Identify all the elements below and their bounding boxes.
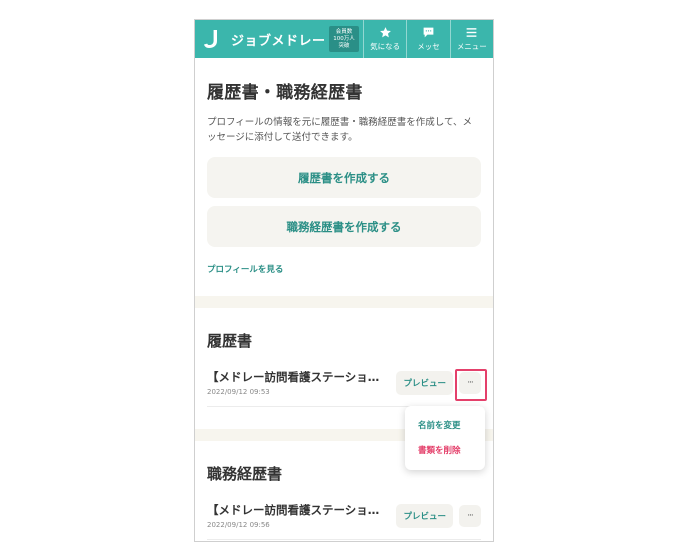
create-resume-button[interactable]: 履歴書を作成する xyxy=(207,157,481,198)
nav-favorites-label: 気になる xyxy=(370,42,401,51)
cv-date: 2022/09/12 09:56 xyxy=(207,521,270,529)
logo-text: ジョブメドレー xyxy=(231,33,326,49)
chat-icon xyxy=(423,27,434,38)
page-title: 履歴書・職務経歴書 xyxy=(207,83,363,103)
logo[interactable]: ジョブメドレー xyxy=(195,20,327,58)
nav-favorites[interactable]: 気になる xyxy=(363,20,406,58)
resume-info: 【メドレー訪問看護ステーション】 2022/09/12 09:53 xyxy=(207,369,390,396)
resume-preview-button[interactable]: プレビュー xyxy=(396,370,453,395)
delete-menu-item[interactable]: 書類を削除 xyxy=(405,440,485,465)
more-button-highlight xyxy=(455,369,487,401)
cv-preview-button[interactable]: プレビュー xyxy=(396,503,453,528)
logo-mark-icon xyxy=(203,28,225,50)
hamburger-icon xyxy=(466,28,477,37)
nav-messages[interactable]: メッセ xyxy=(406,20,449,58)
star-icon xyxy=(379,27,391,38)
nav-menu[interactable]: メニュー xyxy=(449,20,493,58)
intro-section: 履歴書・職務経歴書 プロフィールの情報を元に履歴書・職務経歴書を作成して、メッセ… xyxy=(195,58,493,296)
cv-more-button[interactable]: ··· xyxy=(459,504,481,527)
header-nav: 気になる メッセ メニュー xyxy=(363,20,493,58)
app-header: ジョブメドレー 会員数 100万人 突破 気になる メッセ メニュー xyxy=(195,20,493,58)
create-cv-button[interactable]: 職務経歴書を作成する xyxy=(207,206,481,247)
phone-screen: ジョブメドレー 会員数 100万人 突破 気になる メッセ メニュー 履歴書・職… xyxy=(194,19,494,542)
cv-name[interactable]: 【メドレー訪問看護ステーション】 xyxy=(207,502,390,518)
cv-row: 【メドレー訪問看護ステーション】 2022/09/12 09:56 プレビュー … xyxy=(207,502,481,540)
cv-info: 【メドレー訪問看護ステーション】 2022/09/12 09:56 xyxy=(207,502,390,529)
document-action-menu: 名前を変更 書類を削除 xyxy=(405,406,485,470)
resume-date: 2022/09/12 09:53 xyxy=(207,388,270,396)
section-divider xyxy=(195,296,493,308)
members-badge: 会員数 100万人 突破 xyxy=(329,26,359,52)
rename-menu-item[interactable]: 名前を変更 xyxy=(405,415,485,440)
resume-section-title: 履歴書 xyxy=(207,332,253,350)
resume-row: 【メドレー訪問看護ステーション】 2022/09/12 09:53 プレビュー … xyxy=(207,369,481,407)
profile-link[interactable]: プロフィールを見る xyxy=(207,263,283,275)
intro-description: プロフィールの情報を元に履歴書・職務経歴書を作成して、メッセージに添付して送付で… xyxy=(207,117,473,143)
nav-menu-label: メニュー xyxy=(456,42,487,51)
nav-messages-label: メッセ xyxy=(417,42,440,51)
resume-name[interactable]: 【メドレー訪問看護ステーション】 xyxy=(207,369,390,385)
